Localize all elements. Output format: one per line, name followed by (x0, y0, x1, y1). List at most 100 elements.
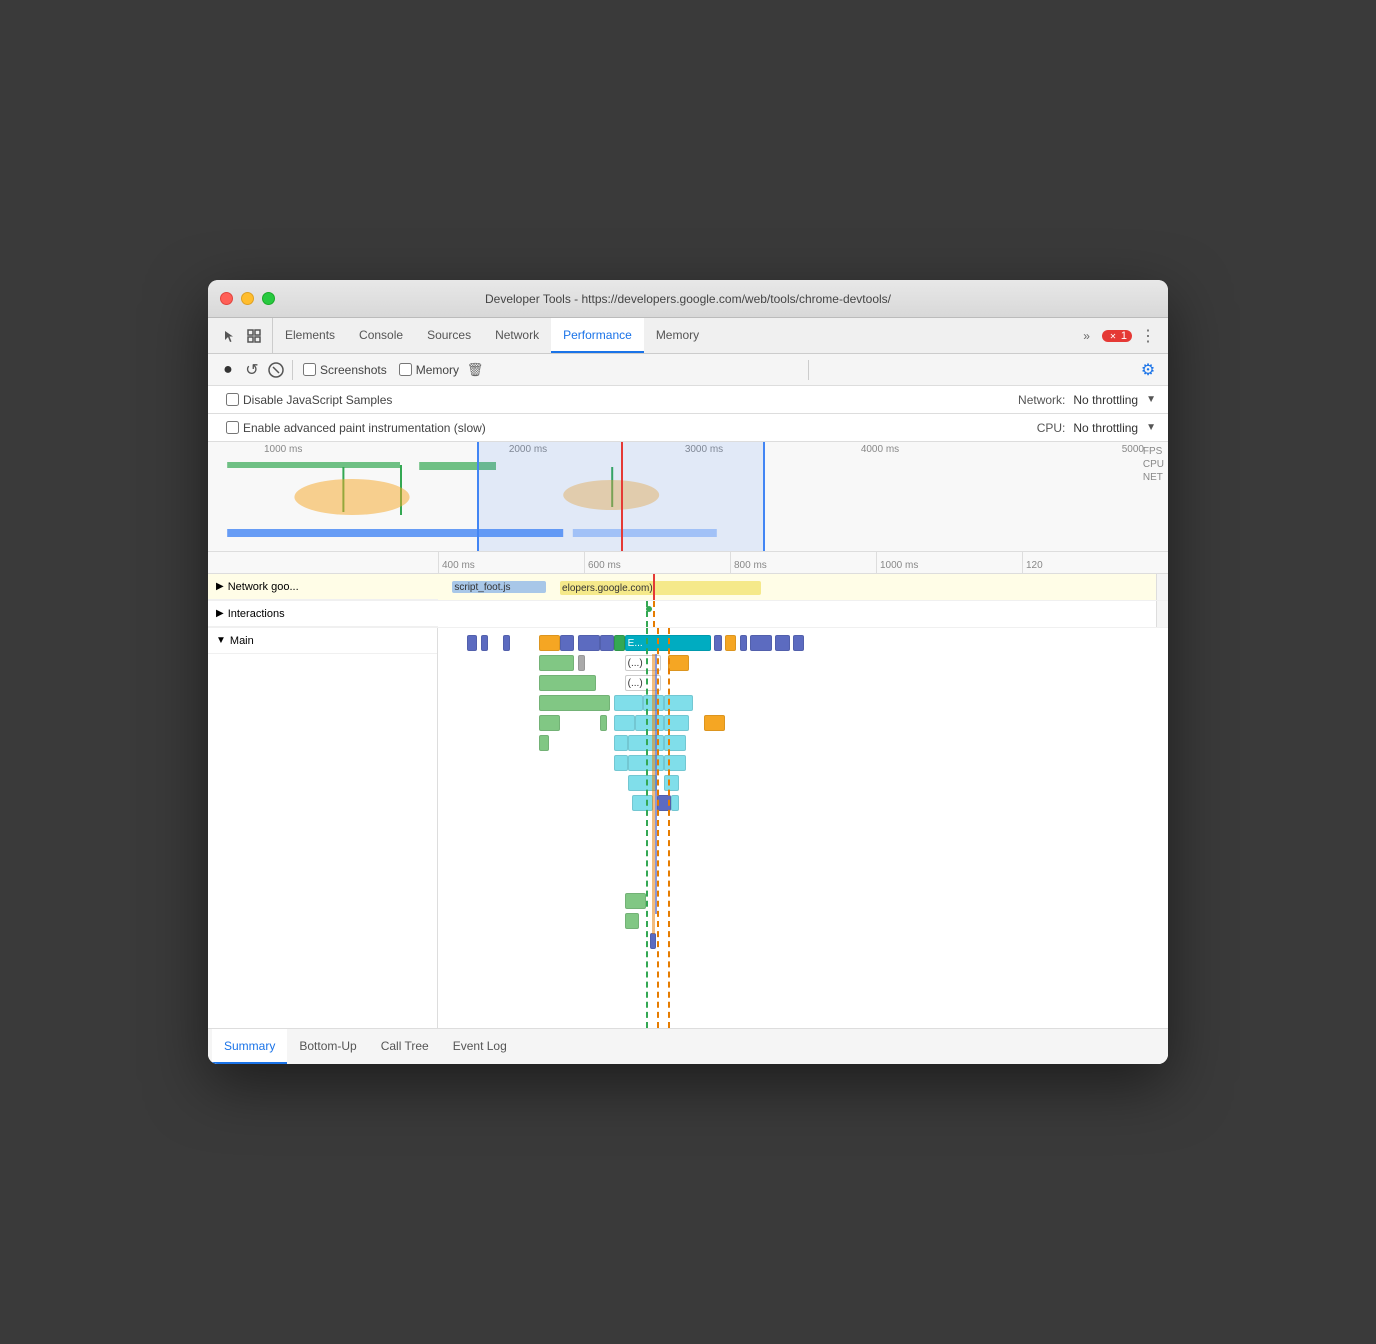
block-teal-10[interactable] (614, 755, 628, 771)
tab-performance[interactable]: Performance (551, 318, 644, 353)
block-yellow-4[interactable] (704, 715, 726, 731)
tab-sources[interactable]: Sources (415, 318, 483, 353)
flame-row-9 (438, 794, 1156, 812)
paint-input[interactable] (226, 421, 239, 434)
flame-row-8 (438, 774, 1156, 792)
block-purple-9[interactable] (775, 635, 789, 651)
block-green-4[interactable] (539, 695, 611, 711)
block-teal-16[interactable] (671, 795, 678, 811)
block-green-1[interactable] (614, 635, 625, 651)
block-teal-4[interactable] (614, 715, 636, 731)
flame-row-5 (438, 714, 1156, 732)
tab-call-tree[interactable]: Call Tree (369, 1029, 441, 1064)
main-tabs: Elements Console Sources Network Perform… (273, 318, 1075, 353)
settings-button[interactable]: ⚙ (1136, 358, 1160, 382)
flame-row-3: (...) (438, 674, 1156, 692)
tab-console[interactable]: Console (347, 318, 415, 353)
screenshots-checkbox[interactable]: Screenshots (303, 363, 387, 377)
block-green-9[interactable] (625, 913, 639, 929)
more-menu-button[interactable]: ⋮ (1132, 326, 1164, 346)
fps-cpu-net-labels: FPS CPU NET (1143, 446, 1164, 483)
flame-row-12 (438, 932, 1156, 950)
options-right-1: Network: No throttling ▼ (1018, 393, 1156, 407)
block-purple-1[interactable] (467, 635, 478, 651)
block-green-2[interactable] (539, 655, 575, 671)
fps-label: FPS (1143, 446, 1164, 457)
js-samples-checkbox[interactable]: Disable JavaScript Samples (226, 393, 392, 407)
reload-record-button[interactable]: ↺ (240, 358, 264, 382)
block-teal-7[interactable] (614, 735, 628, 751)
tab-event-log[interactable]: Event Log (441, 1029, 519, 1064)
maximize-button[interactable] (262, 292, 275, 305)
block-blue-wide[interactable] (750, 635, 772, 651)
cpu-dropdown-arrow[interactable]: ▼ (1146, 422, 1156, 433)
tab-bottom-up[interactable]: Bottom-Up (287, 1029, 368, 1064)
block-purple-12[interactable] (650, 933, 656, 949)
block-teal-15[interactable] (632, 795, 654, 811)
block-green-8[interactable] (625, 893, 647, 909)
block-purple-7[interactable] (714, 635, 721, 651)
inspect-icon[interactable] (244, 326, 264, 346)
block-purple-2[interactable] (481, 635, 488, 651)
block-teal-1[interactable] (614, 695, 643, 711)
network-triangle: ▶ (216, 581, 224, 592)
network-block-google: elopers.google.com) (560, 581, 761, 595)
close-button[interactable] (220, 292, 233, 305)
interaction-vline-orange (653, 601, 655, 627)
network-block-script: script_foot.js (452, 581, 545, 593)
network-label[interactable]: ▶ Network goo... (208, 574, 438, 600)
time-label-4000: 4000 ms (792, 444, 968, 455)
tab-network[interactable]: Network (483, 318, 551, 353)
block-teal-5[interactable] (635, 715, 664, 731)
overview-area[interactable]: 1000 ms 2000 ms 3000 ms 4000 ms 5000 (208, 442, 1168, 552)
bottom-tabs: Summary Bottom-Up Call Tree Event Log (208, 1028, 1168, 1064)
red-line (653, 574, 655, 600)
block-purple-10[interactable] (793, 635, 804, 651)
trash-button[interactable]: 🗑 (465, 360, 485, 380)
scrollbar-spacer-2 (1156, 601, 1168, 627)
block-grey-1[interactable] (578, 655, 585, 671)
block-purple-4[interactable] (560, 635, 574, 651)
memory-checkbox[interactable]: Memory (399, 363, 459, 377)
block-yellow-2[interactable] (725, 635, 736, 651)
block-purple-3[interactable] (503, 635, 510, 651)
block-yellow-3[interactable] (668, 655, 690, 671)
flame-row-2: (...) (438, 654, 1156, 672)
js-samples-input[interactable] (226, 393, 239, 406)
tab-elements[interactable]: Elements (273, 318, 347, 353)
options-row-1: Disable JavaScript Samples Network: No t… (208, 386, 1168, 414)
block-yellow-1[interactable] (539, 635, 561, 651)
zoom-tick-400: 400 ms (438, 552, 584, 573)
cursor-icon[interactable] (220, 326, 240, 346)
traffic-lights (220, 292, 275, 305)
paint-checkbox[interactable]: Enable advanced paint instrumentation (s… (226, 421, 486, 435)
flame-row-6 (438, 734, 1156, 752)
block-purple-8[interactable] (740, 635, 747, 651)
memory-checkbox-input[interactable] (399, 363, 412, 376)
scrollbar-spacer (1156, 574, 1168, 600)
block-purple-5[interactable] (578, 635, 600, 651)
record-button[interactable]: ● (216, 358, 240, 382)
screenshots-checkbox-input[interactable] (303, 363, 316, 376)
network-section-row: ▶ Network goo... script_foot.js elopers.… (208, 574, 1168, 601)
block-green-5[interactable] (539, 715, 561, 731)
block-teal-14[interactable] (664, 775, 678, 791)
interaction-vline (646, 601, 648, 627)
block-green-7[interactable] (539, 735, 550, 751)
interactions-label[interactable]: ▶ Interactions (208, 601, 438, 627)
tab-memory[interactable]: Memory (644, 318, 711, 353)
flame-row-4 (438, 694, 1156, 712)
tab-overflow-button[interactable]: » (1075, 329, 1098, 343)
tab-summary[interactable]: Summary (212, 1029, 287, 1064)
separator-2 (808, 360, 809, 380)
clear-button[interactable] (264, 358, 288, 382)
network-dropdown-arrow[interactable]: ▼ (1146, 394, 1156, 405)
block-purple-6[interactable] (600, 635, 614, 651)
tab-bar-icons (212, 318, 273, 353)
main-label[interactable]: ▼ Main (208, 628, 437, 654)
flame-canvas[interactable]: E... (...) (438, 628, 1156, 1028)
minimize-button[interactable] (241, 292, 254, 305)
overview-selection[interactable] (477, 442, 765, 551)
block-green-3[interactable] (539, 675, 596, 691)
block-green-6[interactable] (600, 715, 607, 731)
